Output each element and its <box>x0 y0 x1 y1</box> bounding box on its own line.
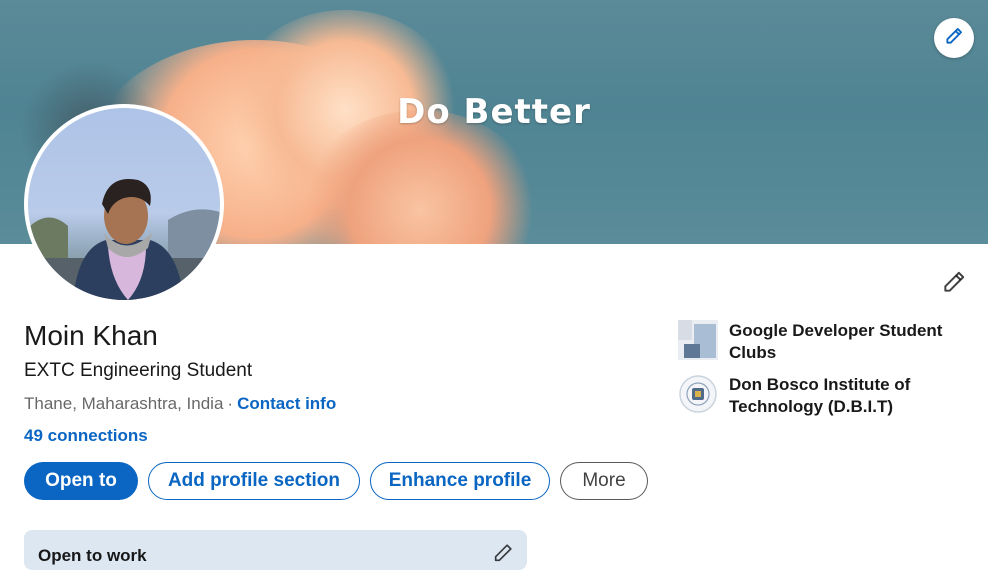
connections-link[interactable]: 49 connections <box>24 426 148 446</box>
google-dsc-logo <box>678 320 718 360</box>
dbit-logo <box>678 374 718 414</box>
org-item-gdsc[interactable]: Google Developer Student Clubs <box>678 320 959 364</box>
edit-intro-button[interactable] <box>938 268 970 300</box>
edit-banner-button[interactable] <box>934 18 974 58</box>
profile-location: Thane, Maharashtra, India <box>24 394 224 413</box>
avatar-illustration <box>28 179 220 300</box>
pencil-icon <box>941 269 967 300</box>
open-to-button[interactable]: Open to <box>24 462 138 500</box>
org-name: Google Developer Student Clubs <box>729 321 943 362</box>
pencil-icon <box>944 26 964 51</box>
more-button[interactable]: More <box>560 462 648 500</box>
add-profile-section-button[interactable]: Add profile section <box>148 462 360 500</box>
connections-count[interactable]: 49 connections <box>24 426 148 445</box>
profile-name: Moin Khan <box>24 320 158 351</box>
org-name: Don Bosco Institute of Technology (D.B.I… <box>729 375 911 416</box>
pencil-icon <box>492 542 514 569</box>
edit-open-to-work-button[interactable] <box>490 542 516 568</box>
open-to-work-card[interactable]: Open to work <box>24 530 527 570</box>
org-item-dbit[interactable]: Don Bosco Institute of Technology (D.B.I… <box>678 374 959 418</box>
location-line: Thane, Maharashtra, India · Contact info <box>24 394 336 414</box>
profile-headline: EXTC Engineering Student <box>24 360 253 381</box>
profile-photo[interactable] <box>24 104 224 304</box>
open-to-work-title: Open to work <box>38 546 147 565</box>
contact-info-link[interactable]: Contact info <box>237 394 336 413</box>
enhance-profile-button[interactable]: Enhance profile <box>370 462 550 500</box>
separator-dot: · <box>227 394 234 413</box>
avatar <box>28 108 220 300</box>
